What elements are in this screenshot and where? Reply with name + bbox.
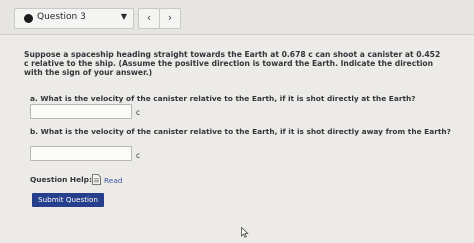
question-text: Suppose a spaceship heading straight tow…: [24, 50, 441, 78]
status-dot-icon: [24, 14, 33, 23]
question-help-label: Question Help:: [30, 175, 92, 184]
document-icon[interactable]: [92, 174, 101, 185]
previous-question-button[interactable]: ‹: [138, 8, 160, 29]
mouse-cursor-icon: [241, 227, 249, 238]
part-a-unit: c: [136, 108, 141, 117]
part-b-prompt: b. What is the velocity of the canister …: [30, 127, 451, 136]
next-question-button[interactable]: ›: [159, 8, 181, 29]
question-selector[interactable]: Question 3 ▼: [14, 8, 134, 29]
submit-question-button[interactable]: Submit Question: [32, 193, 104, 207]
part-a-prompt: a. What is the velocity of the canister …: [30, 94, 416, 103]
part-a-answer-input[interactable]: [30, 104, 132, 119]
question-toolbar: Question 3 ▼ ‹ ›: [0, 0, 474, 35]
part-b-answer-input[interactable]: [30, 146, 132, 161]
chevron-right-icon: ›: [167, 11, 173, 24]
chevron-left-icon: ‹: [146, 11, 152, 24]
question-label: Question 3: [37, 12, 86, 22]
part-b-unit: c: [136, 151, 141, 160]
caret-down-icon: ▼: [120, 12, 127, 21]
read-link[interactable]: Read: [104, 176, 123, 185]
